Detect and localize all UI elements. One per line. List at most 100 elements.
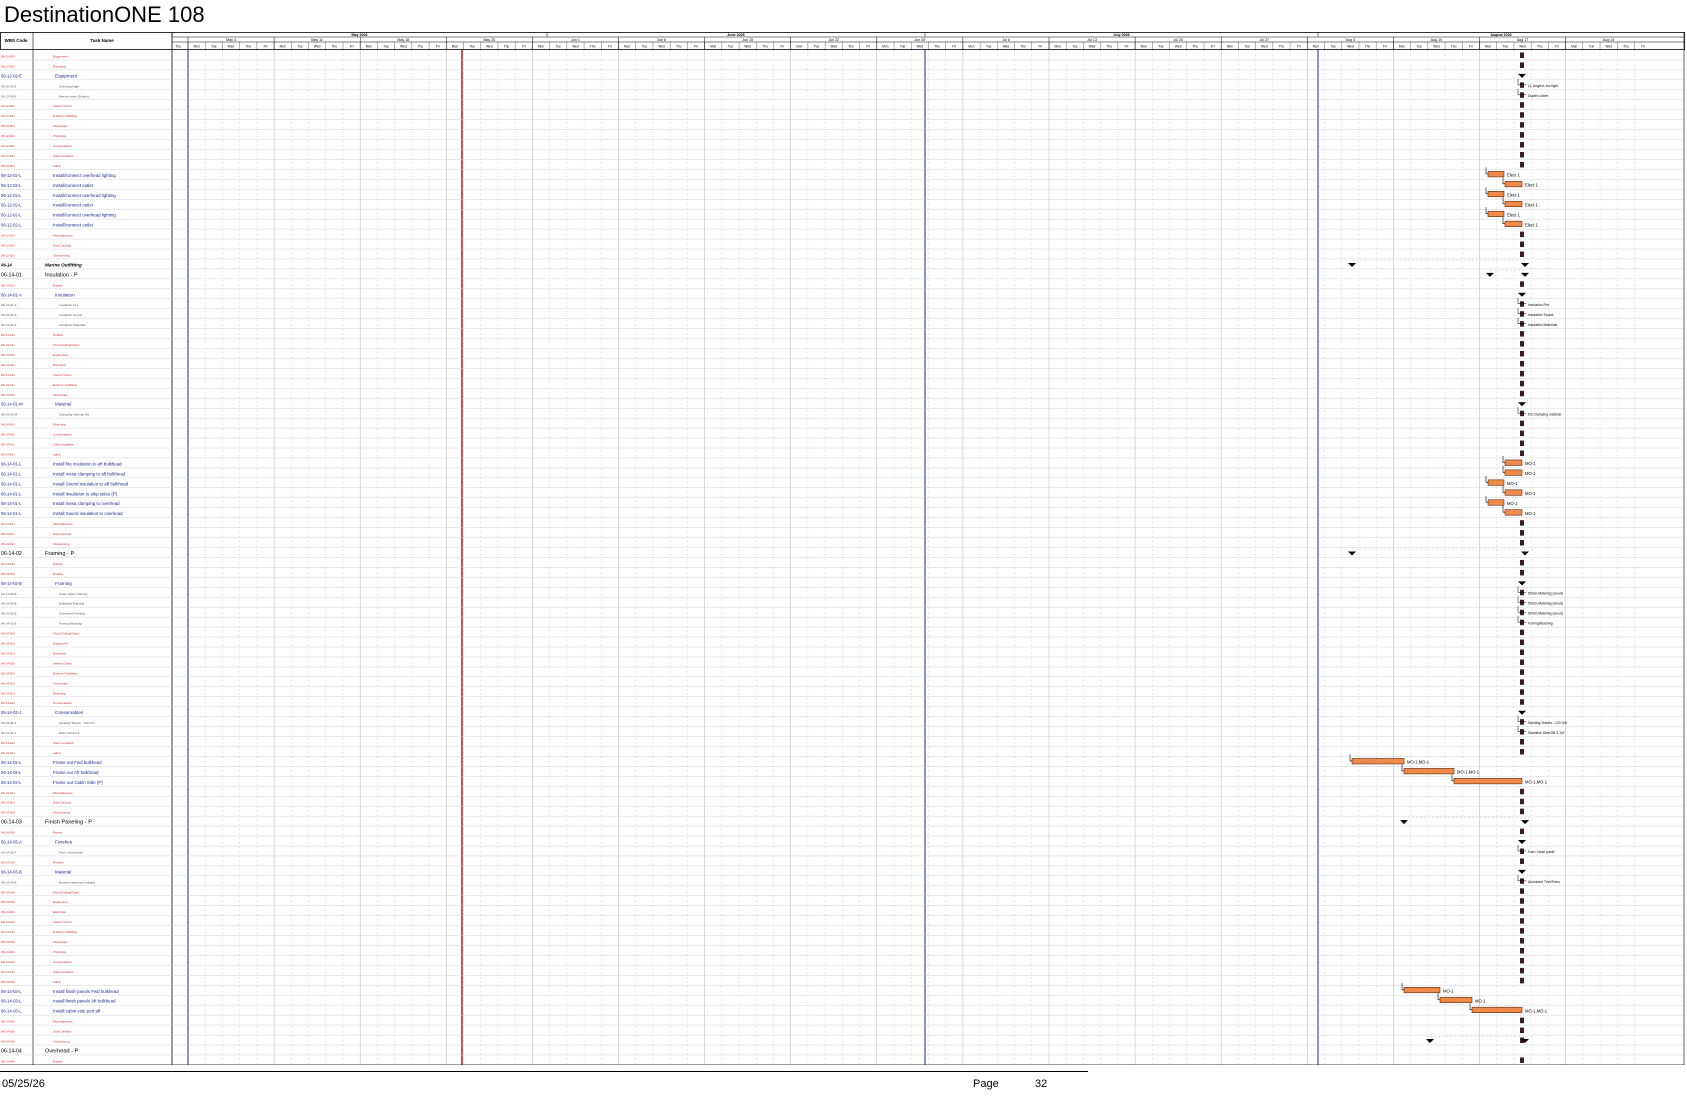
- day-label: Wed: [831, 45, 838, 49]
- row-milestone-marker: [1520, 161, 1524, 168]
- row-wbs-code: 06-14-03-L: [1, 1009, 22, 1014]
- row-task-name: Overhead - P: [45, 1048, 79, 1054]
- row-milestone-marker: [1520, 649, 1524, 655]
- row-wbs-code: 06-14-02-L: [1, 770, 22, 775]
- row-task-name: Frame out Aft bulkhead: [53, 770, 99, 775]
- row-wbs-code: 06-12-02-I: [1, 134, 15, 138]
- day-label: Thu: [332, 45, 338, 49]
- row-milestone-marker: [1520, 1027, 1524, 1034]
- footer-rule: [0, 1071, 1088, 1072]
- footer-date: 05/25/26: [2, 1078, 45, 1090]
- row-wbs-code: 06-14-01: [1, 272, 22, 278]
- day-label: Fri: [780, 45, 784, 49]
- row-wbs-code: 06-12-02-E: [1, 84, 16, 88]
- row-milestone-marker: [1520, 1017, 1524, 1024]
- row-wbs-code: 06-14-01-I: [1, 522, 15, 526]
- day-label: Fri: [264, 45, 268, 49]
- row-wbs-code: 06-12-02-L: [1, 203, 22, 208]
- row-task-name: Marine Outfitting: [45, 262, 82, 267]
- task-link: [1485, 495, 1488, 503]
- task-bar-label: Elect 1: [1525, 222, 1538, 227]
- header-wbs: WBS Code: [5, 38, 28, 43]
- row-task-name: Outsourcing: [53, 1040, 70, 1044]
- row-wbs-code: 06-12-02-L: [1, 213, 22, 218]
- row-task-name: Chemicals: [53, 681, 68, 685]
- row-milestone-marker: [1520, 948, 1524, 954]
- row-milestone-marker: [1520, 639, 1524, 646]
- row-task-name: Chemicals: [53, 393, 68, 397]
- header-task: Task Name: [90, 38, 114, 43]
- row-milestone-marker: [1520, 520, 1524, 526]
- row-wbs-code: 06-12-02-I: [1, 154, 15, 158]
- row-task-name: Framing: [55, 581, 72, 586]
- day-label: Tue: [728, 45, 734, 49]
- row-wbs-code: 06-14-02-B: [1, 602, 16, 606]
- day-label: Thu: [1107, 45, 1113, 49]
- row-milestone-marker: [1520, 957, 1524, 964]
- row-task-name: Profiles: [53, 860, 64, 864]
- row-summary-marker: [1518, 73, 1526, 78]
- row-wbs-code: 06-14-01-I: [1, 383, 15, 387]
- task-bar-label: MO-1,MO-1: [1525, 1008, 1548, 1013]
- row-task-name: Cabin sides Framing: [59, 592, 88, 596]
- row-task-name: Overhead light: [59, 84, 79, 88]
- day-label: Mon: [796, 45, 802, 49]
- row-milestone-marker: [1520, 908, 1524, 914]
- task-bar: [1439, 996, 1473, 1004]
- row-task-name: Client supplied: [53, 970, 74, 974]
- row-wbs-code: 06-14-03-I: [1, 930, 15, 934]
- row-milestone-marker: [1520, 967, 1524, 974]
- day-label: Thu: [1279, 45, 1285, 49]
- row-wbs-code: 06-14-01-I: [1, 373, 15, 377]
- task-link: [1401, 764, 1404, 772]
- row-wbs-code: 06-14-02-I: [1, 811, 15, 815]
- row-wbs-code: 06-14-01-I: [1, 393, 15, 397]
- row-milestone-marker: [1520, 689, 1524, 695]
- row-milestone-marker: [1520, 351, 1524, 357]
- row-task-name: Install/connect overhead lighting: [53, 173, 116, 178]
- task-bar: [1487, 479, 1505, 486]
- resource-label: Duplex outlet: [1528, 94, 1548, 98]
- row-milestone-marker: [1520, 281, 1524, 287]
- row-wbs-code: 06-14-03-B: [1, 880, 16, 884]
- row-wbs-code: 06-12-02-I: [1, 54, 15, 58]
- row-wbs-code: 06-14-01-A: [1, 292, 22, 297]
- resource-label: 50mm Matering (wood): [1528, 591, 1563, 595]
- task-bar-label: MO-1: [1507, 481, 1518, 486]
- row-wbs-code: 06-14-02-I: [1, 741, 15, 745]
- day-label: Fri: [522, 45, 526, 49]
- week-label: Aug 24: [1603, 38, 1614, 42]
- row-wbs-code: 06-14-03-I: [1, 910, 15, 914]
- row-wbs-code: 06-14-03-I: [1, 940, 15, 944]
- row-task-name: Install mesa clamping to aft bulkhead: [53, 471, 126, 476]
- row-milestone-marker: [1520, 420, 1524, 427]
- gantt-sheet: WBS Code Task Name May 2026 June 2026 July 2…: [0, 32, 1687, 1065]
- day-label: Mon: [968, 45, 974, 49]
- row-wbs-code: 06-14-01-L: [1, 501, 22, 506]
- row-task-name: Client supplied: [53, 443, 74, 447]
- row-task-name: Overhead Framing: [59, 612, 85, 616]
- row-wbs-code: 06-14-01-I: [1, 532, 15, 536]
- row-wbs-code: 06-14-03-A: [1, 850, 17, 854]
- resource-label: DS Clamping material: [1528, 412, 1561, 416]
- day-label: Wed: [228, 45, 235, 49]
- row-wbs-code: 06-14-01-L: [1, 461, 22, 466]
- task-bar-label: Elect 1: [1525, 202, 1538, 207]
- row-task-name: Marine outlet (Duplex): [59, 94, 89, 98]
- row-task-name: Install finish panels Fwd bulkhead: [53, 989, 119, 994]
- row-task-name: Equipment: [53, 900, 68, 904]
- day-label: Wed: [1519, 45, 1526, 49]
- row-wbs-code: 06-14-02-B: [1, 622, 16, 626]
- day-label: Wed: [1261, 45, 1268, 49]
- day-label: Thu: [590, 45, 596, 49]
- row-wbs-code: 06-12-02-I: [1, 144, 15, 148]
- day-label: Tue: [1503, 45, 1509, 49]
- week-label: Jun 8: [657, 38, 666, 42]
- row-task-name: Framing - P: [45, 551, 74, 557]
- row-wbs-code: 06-14-01-L: [1, 471, 22, 476]
- summary-end-marker: [1521, 262, 1529, 267]
- row-task-name: Labor: [53, 164, 61, 168]
- task-bar: [1487, 171, 1505, 178]
- row-task-name: Panels: [53, 562, 63, 566]
- week-label: Jul 6: [1002, 38, 1010, 42]
